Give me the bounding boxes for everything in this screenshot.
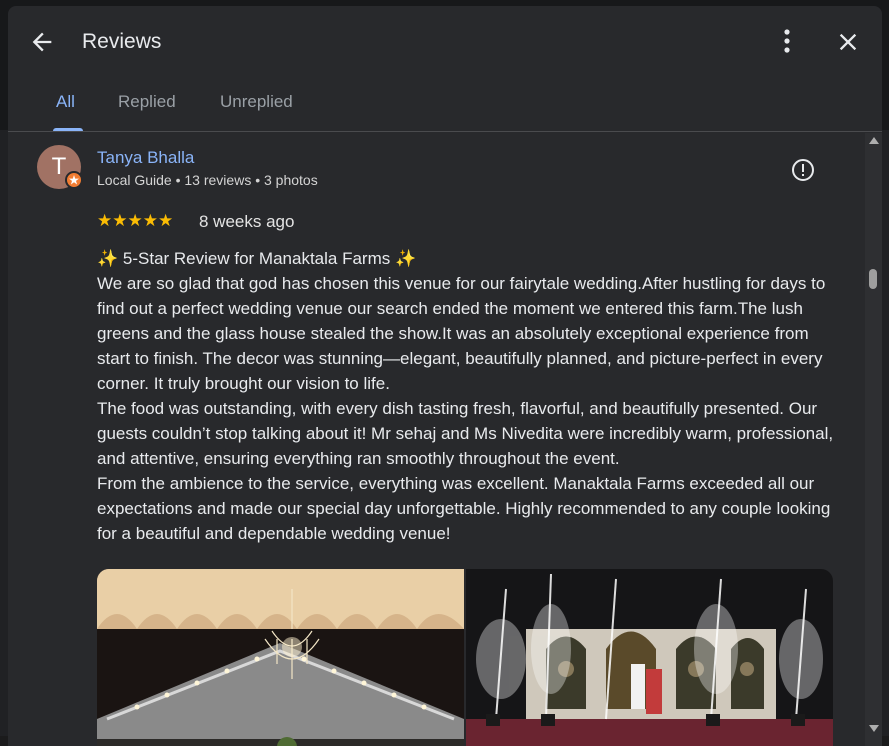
review-text-line: The food was outstanding, with every dis… [97,396,845,471]
dialog-header: Reviews [8,6,882,78]
back-button[interactable] [28,28,56,56]
review-text-line: From the ambience to the service, everyt… [97,471,845,546]
star-rating: ★★★★★ [97,211,173,231]
close-button[interactable] [834,28,862,56]
reviewer-meta: Local Guide • 13 reviews • 3 photos [97,172,318,188]
reviews-dialog: Reviews All Replied Unreplied T Tanya Bh… [8,6,882,746]
more-vert-icon [774,26,800,56]
report-review-button[interactable] [790,157,816,183]
reviewer-name-link[interactable]: Tanya Bhalla [97,148,194,168]
alert-circle-icon [790,157,816,183]
review-text: ✨ 5-Star Review for Manaktala Farms ✨ We… [97,246,845,546]
scroll-down-arrow-icon[interactable] [869,725,879,732]
close-icon [834,28,862,56]
review-text-line: ✨ 5-Star Review for Manaktala Farms ✨ [97,246,845,271]
tab-replied[interactable]: Replied [118,92,176,112]
active-tab-indicator [53,128,83,131]
local-guide-badge-icon [65,171,83,189]
review-photos [97,569,833,746]
review-date: 8 weeks ago [199,212,294,232]
wedding-stage-fireworks-photo[interactable] [466,569,833,746]
arrow-left-icon [28,28,56,56]
wedding-venue-chandelier-photo[interactable] [97,569,464,746]
dialog-title: Reviews [82,30,161,54]
background-edge-left [0,130,8,736]
tab-unreplied[interactable]: Unreplied [220,92,293,112]
scroll-up-arrow-icon[interactable] [869,137,879,144]
review-list: T Tanya Bhalla Local Guide • 13 reviews … [8,133,860,746]
review-text-line: We are so glad that god has chosen this … [97,271,845,396]
background-edge-right [881,130,889,736]
tab-all[interactable]: All [56,92,75,112]
scrollbar[interactable] [865,133,882,746]
more-options-button[interactable] [774,26,800,56]
scroll-thumb[interactable] [869,269,877,289]
review-filter-tabs: All Replied Unreplied [8,78,882,132]
